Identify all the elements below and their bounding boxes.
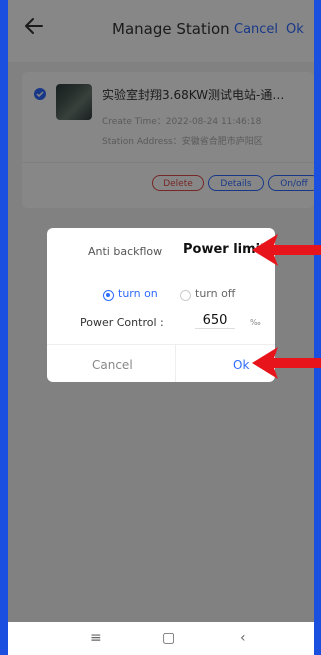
turn-off-label[interactable]: turn off [195,287,235,300]
system-nav-bar: ≡ ▢ ‹ [8,622,314,655]
annotation-arrow-power-limit-icon [252,234,321,266]
power-control-input[interactable]: 650 [195,313,235,329]
power-limit-dialog: Anti backflow Power limit turn on turn o… [47,228,275,382]
turn-on-label[interactable]: turn on [118,287,158,300]
dialog-button-divider [175,344,176,382]
annotation-arrow-ok-icon [252,347,321,379]
turn-off-radio[interactable] [180,290,191,301]
anti-backflow-label: Anti backflow [88,245,163,258]
nav-back-icon[interactable]: ‹ [240,630,246,646]
dialog-ok-button[interactable]: Ok [233,358,249,372]
dialog-cancel-button[interactable]: Cancel [92,358,133,372]
home-icon[interactable]: ▢ [162,630,175,646]
power-control-unit: ‰ [250,318,261,327]
dialog-divider [47,344,275,345]
turn-on-radio[interactable] [103,290,114,301]
power-control-label: Power Control : [80,316,164,329]
app-screen: Manage Station Cancel Ok 实验室封翔3.68KW测试电站… [8,0,314,655]
menu-icon[interactable]: ≡ [90,630,102,646]
